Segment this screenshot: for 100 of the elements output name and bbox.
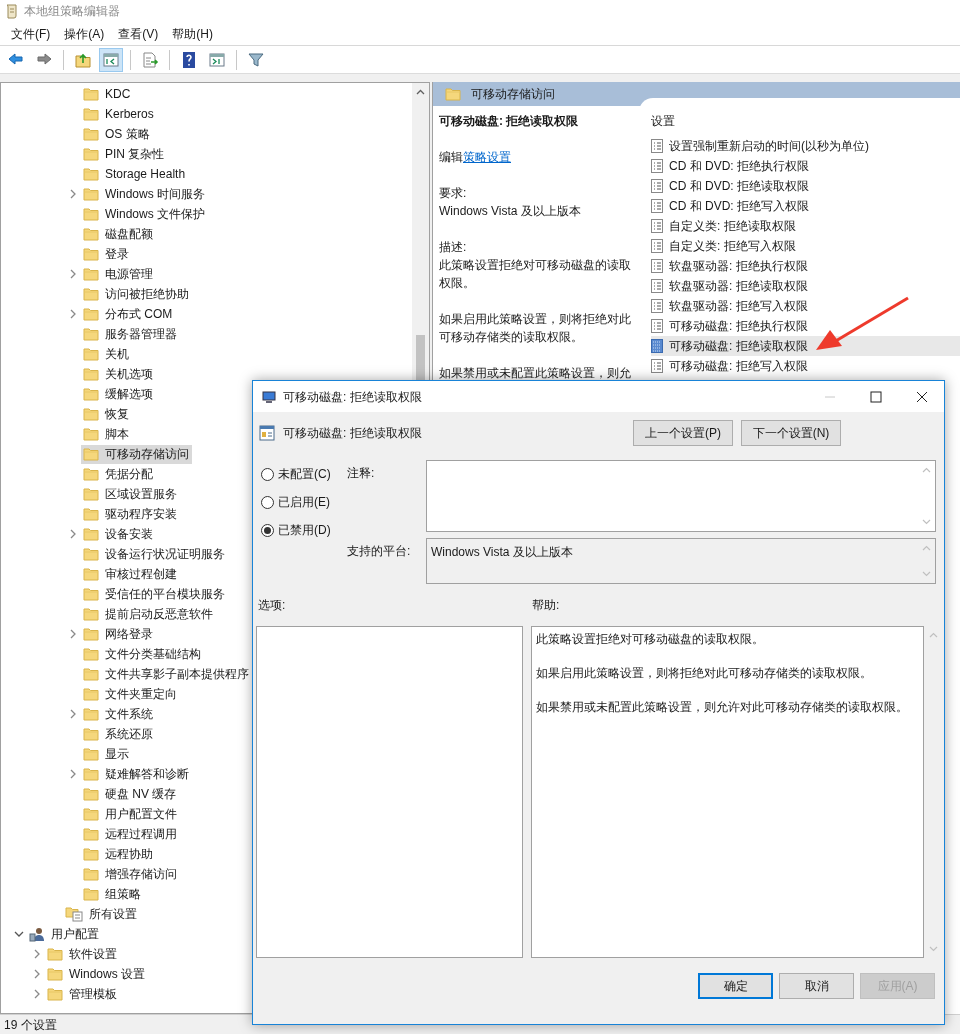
nav-button[interactable]: 上一个设置(P)	[633, 420, 733, 446]
dialog-button[interactable]: 确定	[698, 973, 773, 999]
tree-item[interactable]: 文件夹重定向	[81, 684, 180, 704]
tree-item[interactable]: 文件系统	[81, 704, 156, 724]
maximize-icon[interactable]	[870, 390, 882, 403]
scroll-up-icon[interactable]	[416, 89, 425, 95]
setting-row[interactable]: 软盘驱动器: 拒绝读取权限	[651, 276, 960, 296]
tree-item[interactable]: 关机选项	[81, 364, 156, 384]
radio-option[interactable]: 未配置(C)	[261, 464, 347, 484]
tree-item[interactable]: Storage Health	[81, 164, 189, 184]
chevron-icon[interactable]	[69, 529, 77, 539]
tree-item[interactable]: 管理模板	[45, 984, 120, 1004]
radio-option[interactable]: 已启用(E)	[261, 492, 347, 512]
tree-item[interactable]: Windows 时间服务	[81, 184, 208, 204]
comment-field[interactable]	[426, 460, 936, 532]
tree-item[interactable]: PIN 复杂性	[81, 144, 168, 164]
menu-item[interactable]: 文件(F)	[4, 22, 58, 45]
setting-row[interactable]: 自定义类: 拒绝读取权限	[651, 216, 960, 236]
tree-item[interactable]: Kerberos	[81, 104, 157, 124]
setting-row[interactable]: 设置强制重新启动的时间(以秒为单位)	[651, 136, 960, 156]
tree-item[interactable]: 分布式 COM	[81, 304, 176, 324]
folder-icon	[83, 127, 99, 141]
radio-option[interactable]: 已禁用(D)	[261, 520, 347, 540]
setting-row[interactable]: 软盘驱动器: 拒绝写入权限	[651, 296, 960, 316]
setting-icon	[651, 299, 663, 313]
tree-item[interactable]: 远程过程调用	[81, 824, 180, 844]
chevron-icon[interactable]	[33, 949, 41, 959]
chevron-icon[interactable]	[69, 769, 77, 779]
tree-item[interactable]: Windows 设置	[45, 964, 148, 984]
setting-icon	[651, 359, 663, 373]
close-icon[interactable]	[916, 390, 928, 403]
tree-item[interactable]: 访问被拒绝协助	[81, 284, 192, 304]
tree-item[interactable]: 驱动程序安装	[81, 504, 180, 524]
chevron-icon[interactable]	[33, 989, 41, 999]
policy-settings-link[interactable]: 策略设置	[463, 150, 511, 164]
setting-icon	[651, 179, 663, 193]
tree-item[interactable]: 审核过程创建	[81, 564, 180, 584]
setting-row[interactable]: CD 和 DVD: 拒绝执行权限	[651, 156, 960, 176]
dialog-button[interactable]: 取消	[779, 973, 854, 999]
tree-item[interactable]: 设备安装	[81, 524, 156, 544]
tree-item[interactable]: 显示	[81, 744, 132, 764]
tree-item[interactable]: 脚本	[81, 424, 132, 444]
chevron-icon[interactable]	[69, 629, 77, 639]
tree-item[interactable]: 用户配置文件	[81, 804, 180, 824]
menu-item[interactable]: 操作(A)	[57, 22, 112, 45]
radio-button[interactable]	[261, 495, 274, 509]
tree-item[interactable]: 文件共享影子副本提供程序	[81, 664, 252, 684]
chevron-icon[interactable]	[33, 969, 41, 979]
chevron-icon[interactable]	[69, 189, 77, 199]
setting-row[interactable]: CD 和 DVD: 拒绝读取权限	[651, 176, 960, 196]
tree-item[interactable]: 磁盘配额	[81, 224, 156, 244]
setting-row[interactable]: 可移动磁盘: 拒绝读取权限	[651, 336, 960, 356]
tree-item[interactable]: 提前启动反恶意软件	[81, 604, 216, 624]
radio-label: 已禁用(D)	[278, 522, 331, 539]
setting-row[interactable]: 可移动磁盘: 拒绝执行权限	[651, 316, 960, 336]
tree-item[interactable]: 远程协助	[81, 844, 156, 864]
tree-item[interactable]: 设备运行状况证明服务	[81, 544, 228, 564]
tree-item[interactable]: 组策略	[81, 884, 144, 904]
tree-item[interactable]: 关机	[81, 344, 132, 364]
folder-icon	[83, 87, 99, 101]
tree-item[interactable]: Windows 文件保护	[81, 204, 208, 224]
tree-item[interactable]: 文件分类基础结构	[81, 644, 204, 664]
column-header[interactable]: 设置	[651, 112, 960, 132]
menu-item[interactable]: 查看(V)	[111, 22, 166, 45]
setting-row[interactable]: CD 和 DVD: 拒绝写入权限	[651, 196, 960, 216]
tree-item[interactable]: 缓解选项	[81, 384, 156, 404]
tree-item[interactable]: 登录	[81, 244, 132, 264]
chevron-icon[interactable]	[69, 309, 77, 319]
tree-item[interactable]: 受信任的平台模块服务	[81, 584, 228, 604]
radio-button[interactable]	[261, 467, 274, 481]
tree-item[interactable]: 网络登录	[81, 624, 156, 644]
tree-item[interactable]: 恢复	[81, 404, 132, 424]
chevron-icon[interactable]	[69, 709, 77, 719]
tree-item[interactable]: OS 策略	[81, 124, 153, 144]
tree-item[interactable]: 硬盘 NV 缓存	[81, 784, 180, 804]
radio-button[interactable]	[261, 523, 274, 537]
tree-item[interactable]: 服务器管理器	[81, 324, 180, 344]
tree-item[interactable]: 凭据分配	[81, 464, 156, 484]
setting-row[interactable]: 可移动磁盘: 拒绝写入权限	[651, 356, 960, 376]
tree-item[interactable]: 电源管理	[81, 264, 156, 284]
folder-icon	[83, 407, 99, 421]
chevron-icon[interactable]	[69, 269, 77, 279]
tree-item[interactable]: 可移动存储访问	[81, 444, 192, 464]
setting-row[interactable]: 自定义类: 拒绝写入权限	[651, 236, 960, 256]
tree-item[interactable]: 软件设置	[45, 944, 120, 964]
tree-item[interactable]: 疑难解答和诊断	[81, 764, 192, 784]
scroll-down-icon[interactable]	[922, 519, 931, 525]
tree-item[interactable]: 增强存储访问	[81, 864, 180, 884]
description-text: 此策略设置拒绝对可移动磁盘的读取权限。	[439, 257, 632, 292]
folder-icon	[83, 187, 99, 201]
setting-row[interactable]: 软盘驱动器: 拒绝执行权限	[651, 256, 960, 276]
chevron-icon[interactable]	[14, 930, 24, 938]
tree-item[interactable]: 所有设置	[63, 904, 140, 924]
tree-item[interactable]: KDC	[81, 84, 134, 104]
setting-icon	[651, 339, 663, 353]
tree-item[interactable]: 用户配置	[27, 924, 102, 944]
tree-item[interactable]: 系统还原	[81, 724, 156, 744]
tree-item[interactable]: 区域设置服务	[81, 484, 180, 504]
menu-item[interactable]: 帮助(H)	[165, 22, 220, 45]
nav-button[interactable]: 下一个设置(N)	[741, 420, 841, 446]
